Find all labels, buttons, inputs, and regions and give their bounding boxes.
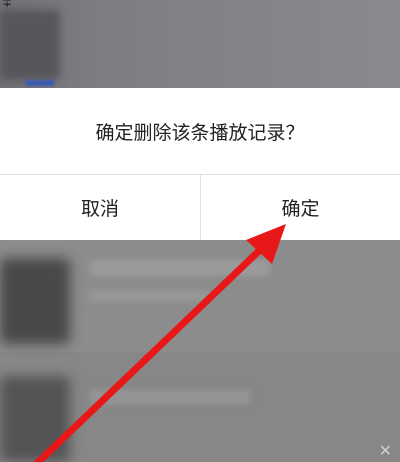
cancel-button[interactable]: 取消 [0,175,200,240]
corner-glyph: ∓ [2,0,13,10]
blurred-thumbnail [0,376,70,462]
watermark-icon: ✕ [378,441,392,460]
blurred-history-item: ∓ [0,0,400,88]
blurred-progress-bar [26,80,54,86]
blurred-history-item [0,240,400,352]
delete-confirm-dialog: 确定删除该条播放记录？ 取消 确定 [0,88,400,240]
blurred-thumbnail [0,10,60,80]
dialog-message: 确定删除该条播放记录？ [95,121,305,144]
blurred-history-item [0,366,400,462]
confirm-button[interactable]: 确定 [201,175,400,240]
blurred-text-line [90,290,210,302]
blurred-text-line [90,390,250,404]
blurred-thumbnail [0,258,70,344]
blurred-text-line [90,260,270,276]
